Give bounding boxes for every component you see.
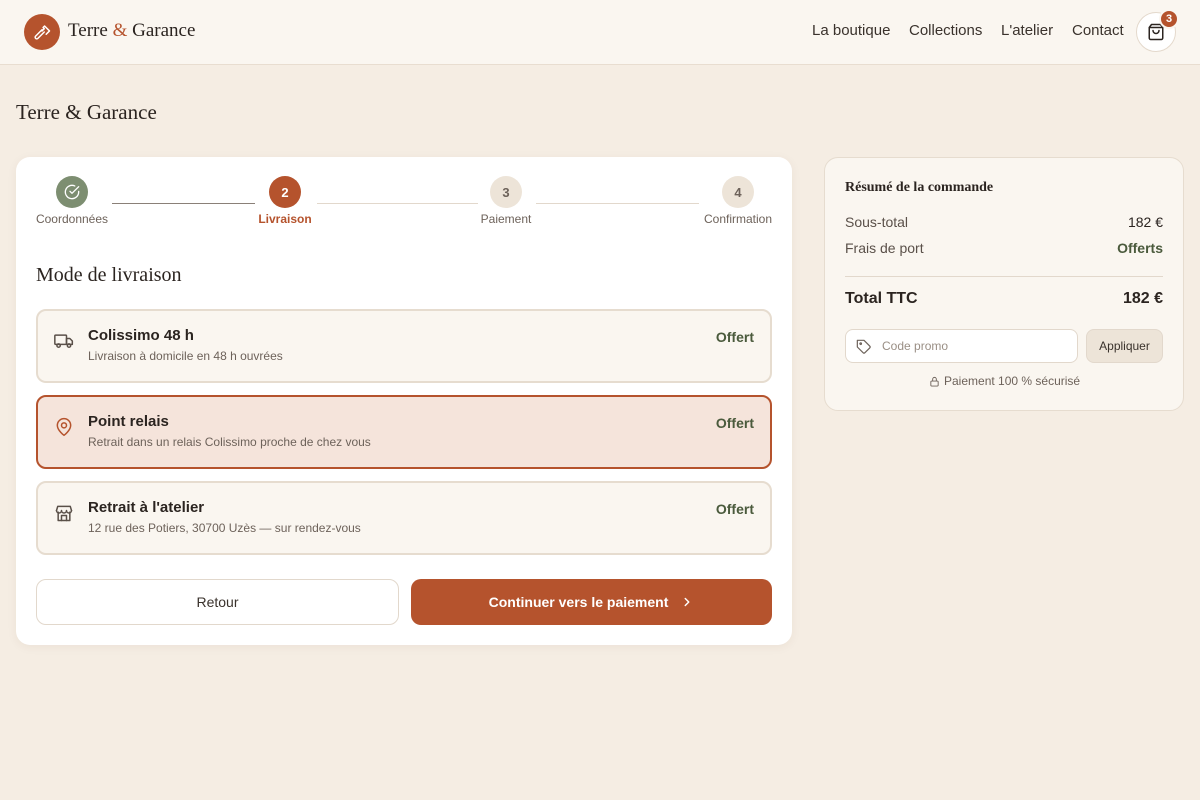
cart-count-badge: 3: [1159, 9, 1179, 29]
step-4-circle: 4: [722, 176, 754, 208]
stepper-connector-3: [536, 203, 699, 204]
subtotal-value: 182 €: [1127, 214, 1163, 230]
option-description: 12 rue des Potiers, 30700 Uzès — sur ren…: [88, 521, 361, 535]
brand-name-part2: Garance: [132, 20, 196, 41]
step-1-label[interactable]: Coordonnées: [36, 212, 108, 226]
option-name: Retrait à l'atelier: [88, 499, 205, 516]
step-3-label: Paiement: [480, 212, 532, 226]
apply-promo-button[interactable]: Appliquer: [1086, 329, 1163, 363]
shipping-value: Offerts: [1117, 240, 1163, 256]
step-4-label: Confirmation: [703, 212, 773, 226]
step-2-circle: 2: [269, 176, 301, 208]
delivery-option-point-relais[interactable]: Point relais Retrait dans un relais Coli…: [36, 395, 772, 469]
option-description: Retrait dans un relais Colissimo proche …: [88, 435, 371, 449]
nav-atelier[interactable]: L'atelier: [1001, 22, 1053, 39]
promo-code-field[interactable]: [845, 329, 1078, 363]
option-price: Offert: [715, 329, 754, 345]
back-button[interactable]: Retour: [36, 579, 399, 625]
secure-payment-text: Paiement 100 % sécurisé: [944, 374, 1081, 388]
page-title: Terre & Garance: [16, 100, 157, 124]
option-description: Livraison à domicile en 48 h ouvrées: [88, 349, 283, 363]
store-icon: [55, 505, 73, 522]
truck-icon: [54, 334, 74, 348]
secure-payment-note: Paiement 100 % sécurisé: [929, 374, 1080, 388]
check-circle-icon: [64, 184, 80, 200]
nav-contact[interactable]: Contact: [1072, 22, 1124, 39]
option-name: Colissimo 48 h: [88, 327, 194, 344]
continue-to-payment-button[interactable]: Continuer vers le paiement: [411, 579, 772, 625]
hammer-icon: [34, 25, 51, 40]
shipping-label: Frais de port: [845, 240, 924, 256]
brand-name[interactable]: Terre & Garance: [68, 20, 195, 42]
map-pin-icon: [56, 417, 72, 437]
stepper-connector-1: [112, 203, 255, 204]
step-2-label: Livraison: [258, 212, 312, 226]
continue-button-label: Continuer vers le paiement: [488, 594, 669, 610]
brand-ampersand: &: [112, 20, 128, 41]
total-label: Total TTC: [845, 290, 918, 307]
summary-title: Résumé de la commande: [845, 180, 994, 195]
option-price: Offert: [715, 501, 754, 517]
brand-logo[interactable]: [24, 14, 60, 50]
chevron-right-icon: [684, 597, 690, 607]
delivery-option-colissimo[interactable]: Colissimo 48 h Livraison à domicile en 4…: [36, 309, 772, 383]
brand-name-part1: Terre: [68, 20, 108, 41]
stepper-connector-2: [317, 203, 478, 204]
option-name: Point relais: [88, 413, 169, 430]
nav-collections[interactable]: Collections: [909, 22, 982, 39]
lock-icon: [930, 376, 939, 387]
step-1-circle[interactable]: [56, 176, 88, 208]
summary-divider: [845, 276, 1163, 277]
delivery-option-retrait-atelier[interactable]: Retrait à l'atelier 12 rue des Potiers, …: [36, 481, 772, 555]
total-value: 182 €: [1122, 290, 1163, 307]
step-3-circle: 3: [490, 176, 522, 208]
delivery-section-title: Mode de livraison: [36, 264, 182, 286]
tag-icon: [856, 339, 871, 354]
nav-la-boutique[interactable]: La boutique: [812, 22, 890, 39]
subtotal-label: Sous-total: [845, 214, 909, 230]
promo-code-input[interactable]: [882, 330, 1072, 362]
option-price: Offert: [715, 415, 754, 431]
